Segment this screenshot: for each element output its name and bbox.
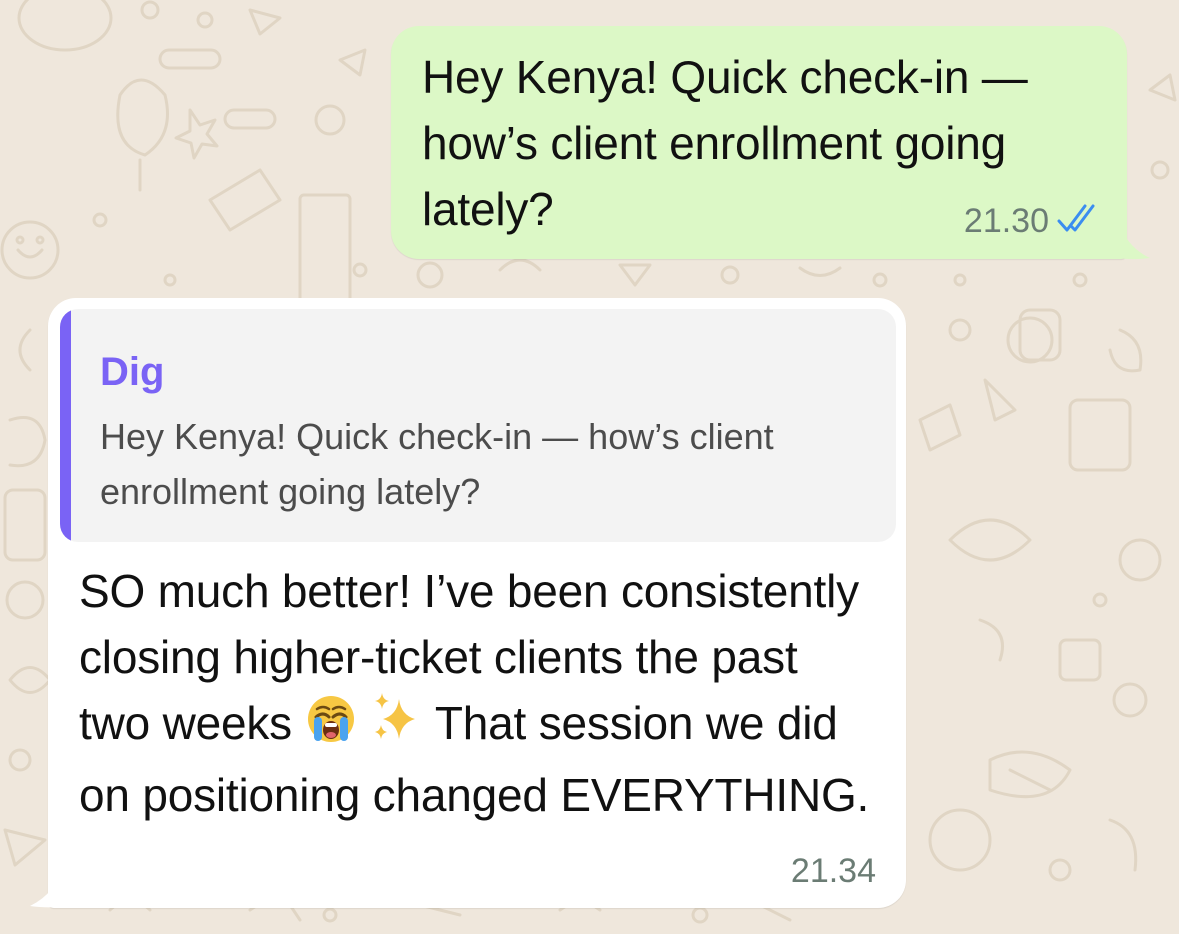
quoted-message-text: Hey Kenya! Quick check-in — how’s client… xyxy=(100,416,774,512)
incoming-message-bubble[interactable]: Dig Hey Kenya! Quick check-in — how’s cl… xyxy=(48,298,906,908)
incoming-message-text: SO much better! I’ve been consistently c… xyxy=(79,558,879,828)
outgoing-message-time: 21.30 xyxy=(963,202,1049,240)
outgoing-bubble-tail xyxy=(1100,222,1150,260)
quoted-reply-preview[interactable]: Dig Hey Kenya! Quick check-in — how’s cl… xyxy=(60,309,896,542)
sparkles-emoji xyxy=(369,691,423,762)
quote-accent-bar xyxy=(60,309,71,542)
incoming-message-time: 21.34 xyxy=(790,852,876,890)
double-check-icon xyxy=(1057,204,1101,239)
outgoing-message-meta: 21.30 xyxy=(964,202,1101,241)
quoted-message-author: Dig xyxy=(100,350,165,394)
incoming-message-meta: 21.34 xyxy=(791,852,876,891)
loudly-crying-face-emoji xyxy=(305,693,357,762)
outgoing-message-bubble[interactable]: Hey Kenya! Quick check-in — how’s client… xyxy=(391,26,1127,259)
incoming-bubble-tail xyxy=(30,872,80,908)
